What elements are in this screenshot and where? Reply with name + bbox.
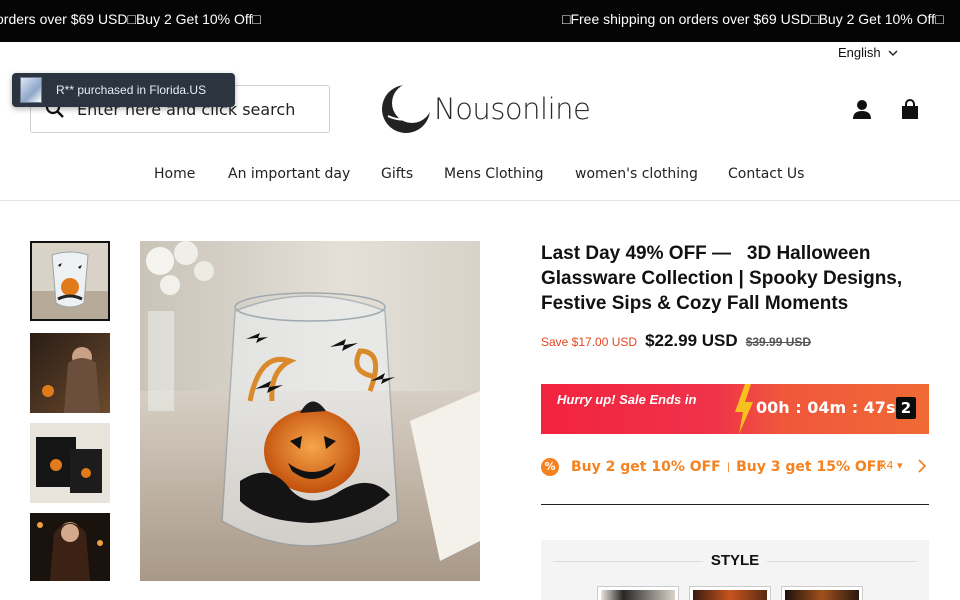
user-icon[interactable] (851, 98, 873, 120)
nav-gifts[interactable]: Gifts (381, 166, 413, 182)
style-swatch-3[interactable] (781, 586, 863, 600)
chevron-down-icon (888, 50, 898, 56)
sale-countdown-banner: Hurry up! Sale Ends in 00h : 04m : 47s 2 (541, 384, 929, 434)
announcement-text-left: orders over $69 USD□Buy 2 Get 10% Off□ (0, 11, 261, 27)
sale-price: $22.99 USD (645, 331, 738, 350)
thumbnail-4[interactable] (30, 513, 110, 581)
style-swatch-1[interactable] (597, 586, 679, 600)
bundle-offer-row[interactable]: % Buy 2 get 10% OFF | Buy 3 get 15% OFF … (541, 455, 929, 479)
shopping-bag-icon[interactable] (899, 98, 921, 120)
nav-womens-clothing[interactable]: women's clothing (575, 166, 698, 182)
offer-text-2: Buy 3 get 15% OFF (736, 459, 886, 475)
announcement-bar: orders over $69 USD□Buy 2 Get 10% Off□ □… (0, 0, 960, 42)
price-row: Save $17.00 USD $22.99 USD $39.99 USD (541, 331, 811, 351)
compare-price: $39.99 USD (745, 335, 812, 349)
style-label: STYLE (710, 552, 760, 569)
popup-text: R** purchased in Florida.US (56, 83, 207, 97)
thumbnail-3[interactable] (30, 423, 110, 503)
language-label: English (838, 45, 881, 60)
offer-count-value: x4 (880, 459, 894, 472)
offer-count[interactable]: x4 ▾ (880, 459, 903, 472)
main-product-image[interactable] (140, 241, 480, 581)
offer-text-1: Buy 2 get 10% OFF (571, 459, 721, 475)
thumbnail-2[interactable] (30, 333, 110, 413)
lightning-icon (735, 384, 753, 434)
thumbnail-1[interactable] (30, 241, 110, 321)
nav-mens-clothing[interactable]: Mens Clothing (444, 166, 544, 182)
discount-percent-icon: % (541, 458, 559, 476)
recent-purchase-popup[interactable]: R** purchased in Florida.US (12, 73, 235, 107)
product-title: Last Day 49% OFF — 3D Halloween Glasswar… (541, 243, 903, 314)
store-logo[interactable]: Nousonline (380, 82, 591, 136)
logo-text: Nousonline (434, 92, 591, 126)
countdown-digit-box: 2 (896, 397, 916, 419)
nav-home[interactable]: Home (154, 166, 195, 182)
countdown-time: 00h : 04m : 47s (756, 398, 896, 417)
chevron-right-icon[interactable] (917, 459, 927, 473)
announcement-text-right: □Free shipping on orders over $69 USD□Bu… (562, 11, 944, 27)
nav-an-important-day[interactable]: An important day (228, 166, 350, 182)
style-selector: STYLE (541, 540, 929, 600)
nav-contact-us[interactable]: Contact Us (728, 166, 804, 182)
popup-product-thumbnail (20, 77, 42, 103)
language-selector[interactable]: English (838, 45, 899, 60)
header-divider (0, 200, 960, 201)
offer-separator: | (726, 461, 731, 473)
countdown-label: Hurry up! Sale Ends in (557, 392, 697, 407)
section-divider (541, 504, 929, 505)
style-swatch-2[interactable] (689, 586, 771, 600)
save-amount: Save $17.00 USD (541, 335, 638, 349)
moon-logo-icon (382, 83, 432, 133)
